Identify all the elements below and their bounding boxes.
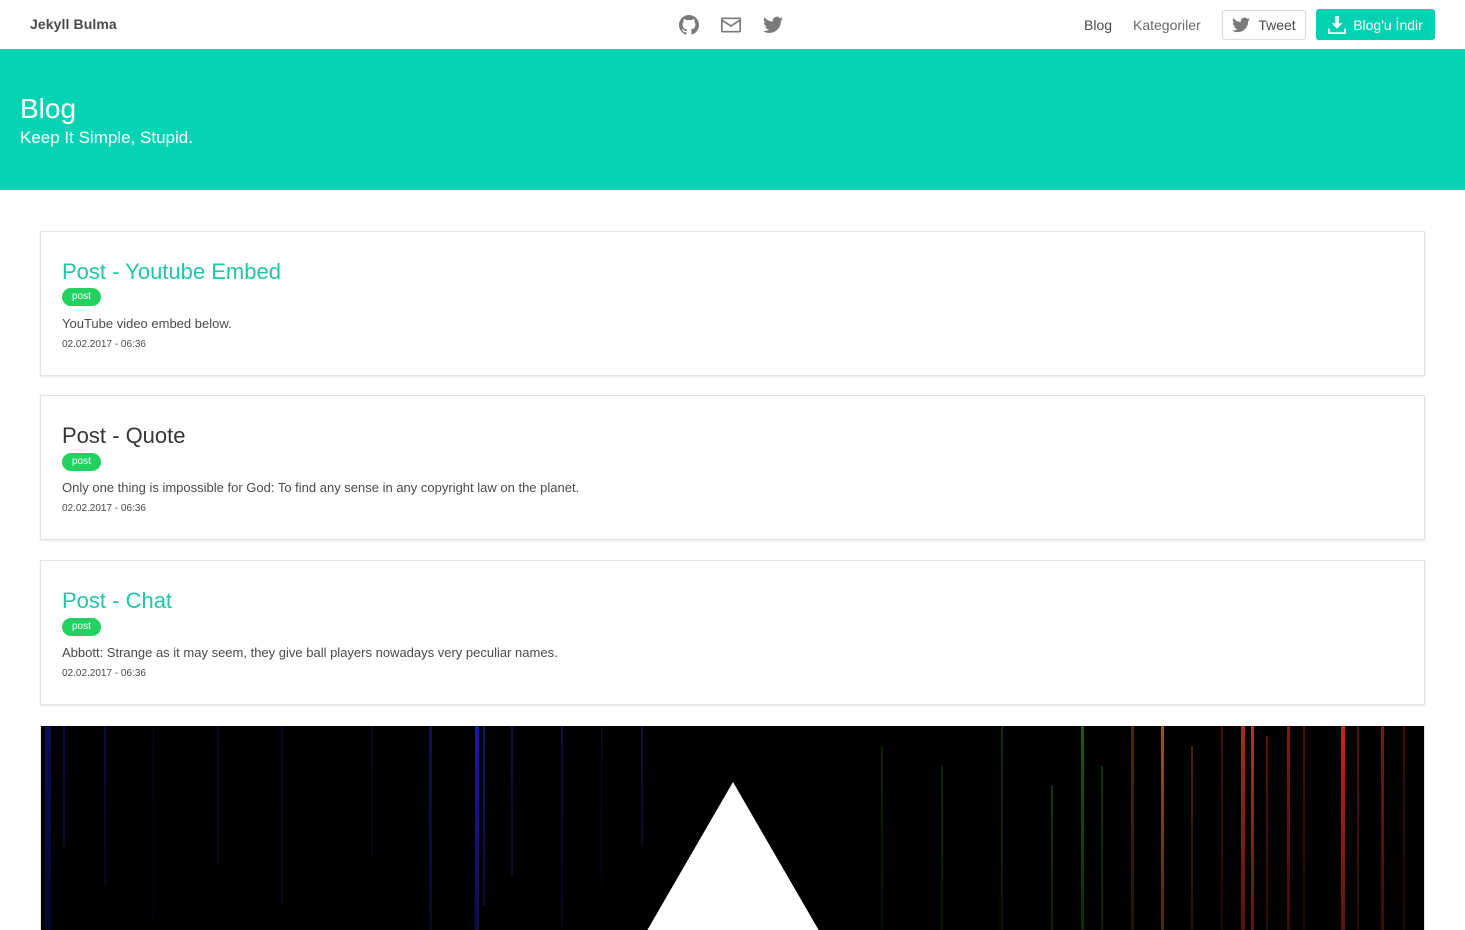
post-tag[interactable]: post [62, 288, 101, 306]
post-title-link[interactable]: Post - Quote [62, 423, 186, 449]
post-excerpt: YouTube video embed below. [62, 316, 232, 331]
navbar: Jekyll Bulma Blog Kategoriler Tweet Blog… [0, 0, 1465, 49]
nav-link-kategoriler[interactable]: Kategoriler [1133, 17, 1201, 33]
download-label: Blog'u İndir [1353, 16, 1423, 33]
tweet-label: Tweet [1258, 17, 1296, 33]
social-icons [678, 12, 784, 38]
download-blog-button[interactable]: Blog'u İndir [1316, 9, 1435, 40]
post-title-link[interactable]: Post - Chat [62, 588, 172, 614]
brand-logo[interactable]: Jekyll Bulma [30, 16, 117, 32]
hero-banner: Blog Keep It Simple, Stupid. [0, 49, 1465, 190]
hero-subtitle: Keep It Simple, Stupid. [20, 128, 193, 147]
github-icon[interactable] [678, 14, 700, 36]
nav-link-blog[interactable]: Blog [1084, 17, 1112, 33]
envelope-icon[interactable] [720, 14, 742, 36]
twitter-icon [1232, 17, 1251, 33]
post-card: Post - Chat post Abbott: Strange as it m… [40, 560, 1425, 705]
twitter-icon[interactable] [762, 14, 784, 36]
tweet-button[interactable]: Tweet [1222, 10, 1306, 40]
post-card: Post - Youtube Embed post YouTube video … [40, 231, 1425, 376]
hero-title: Blog [20, 93, 77, 124]
post-tag[interactable]: post [62, 618, 101, 636]
post-excerpt: Only one thing is impossible for God: To… [62, 480, 580, 495]
post-date: 02.02.2017 - 06:36 [62, 339, 146, 350]
post-date: 02.02.2017 - 06:36 [62, 668, 146, 679]
post-date: 02.02.2017 - 06:36 [62, 503, 146, 514]
post-title-link[interactable]: Post - Youtube Embed [62, 259, 281, 285]
post-card: Post - Quote post Only one thing is impo… [40, 395, 1425, 540]
download-icon [1328, 15, 1347, 34]
post-tag[interactable]: post [62, 453, 101, 471]
post-excerpt: Abbott: Strange as it may seem, they giv… [62, 645, 558, 660]
post-featured-image[interactable] [40, 726, 1425, 930]
prism-artwork [41, 726, 1424, 930]
